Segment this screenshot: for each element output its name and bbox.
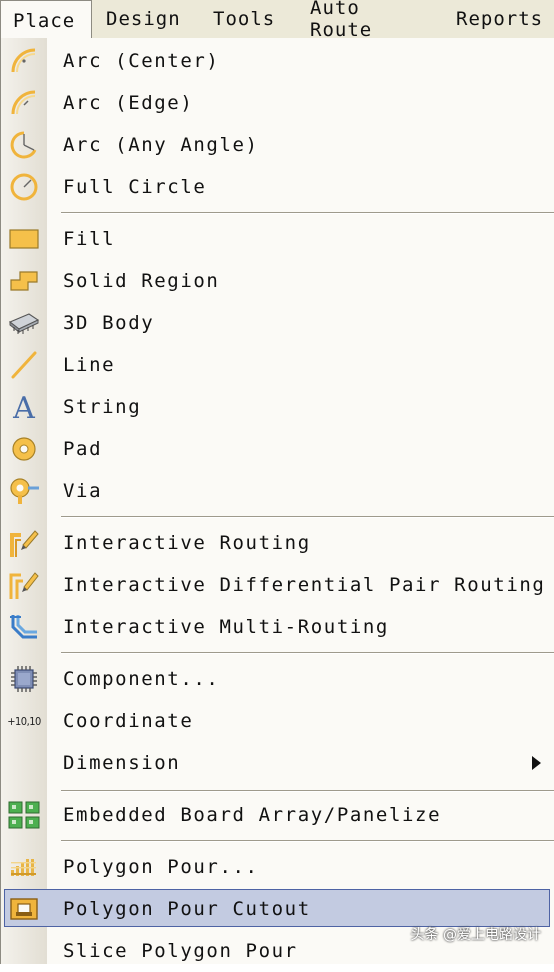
menu-item-label: Interactive Multi-Routing [63,616,389,638]
menu-bar: Place Design Tools Auto Route Reports [0,0,554,41]
arc-edge-icon [1,82,47,124]
menu-item-label: Polygon Pour Cutout [63,898,311,920]
menu-item-label: Full Circle [63,176,207,198]
menu-separator [61,652,554,654]
menu-item-label: Interactive Routing [63,532,311,554]
3d-body-icon [1,302,47,344]
menu-item-label: 3D Body [63,312,155,334]
arc-any-angle-icon [1,124,47,166]
menu-item-label: Line [63,354,116,376]
menu-separator [61,516,554,518]
menu-item-label: Pad [63,438,103,460]
menu-item-interactive-multi-routing[interactable]: Interactive Multi-Routing [1,606,554,648]
interactive-routing-icon [1,522,47,564]
menu-item-polygon-pour[interactable]: Polygon Pour... [1,846,554,888]
polygon-pour-cutout-icon [1,888,47,930]
menu-item-pad[interactable]: Pad [1,428,554,470]
menu-separator [61,840,554,842]
place-dropdown-menu: Arc (Center) Arc (Edge) Arc (Any Angle) … [0,38,554,964]
menu-item-label: Coordinate [63,710,194,732]
menu-item-arc-any-angle[interactable]: Arc (Any Angle) [1,124,554,166]
differential-pair-icon [1,564,47,606]
string-icon: A [1,386,47,428]
menu-item-label: Slice Polygon Pour [63,940,298,962]
menu-item-label: Polygon Pour... [63,856,259,878]
arc-center-icon [1,40,47,82]
menu-item-label: Dimension [63,752,181,774]
menu-item-arc-edge[interactable]: Arc (Edge) [1,82,554,124]
menu-item-label: String [63,396,142,418]
solid-region-icon [1,260,47,302]
line-icon [1,344,47,386]
menu-item-label: Solid Region [63,270,220,292]
menu-design[interactable]: Design [92,0,195,38]
menu-item-label: Component... [63,668,220,690]
menu-item-label: Arc (Edge) [63,92,194,114]
menu-item-arc-center[interactable]: Arc (Center) [1,40,554,82]
component-icon [1,658,47,700]
fill-icon [1,218,47,260]
via-icon [1,470,47,512]
menu-item-line[interactable]: Line [1,344,554,386]
menu-item-label: Fill [63,228,116,250]
menu-item-interactive-routing[interactable]: Interactive Routing [1,522,554,564]
polygon-pour-icon [1,846,47,888]
menu-item-label: Arc (Any Angle) [63,134,259,156]
menu-item-embedded-board-array[interactable]: Embedded Board Array/Panelize [1,794,554,836]
full-circle-icon [1,166,47,208]
submenu-arrow-icon [532,756,541,770]
multi-routing-icon [1,606,47,648]
menu-tools[interactable]: Tools [195,0,290,38]
menu-item-solid-region[interactable]: Solid Region [1,260,554,302]
menu-item-3d-body[interactable]: 3D Body [1,302,554,344]
menu-auto-route[interactable]: Auto Route [290,0,440,41]
watermark: 头条 @爱上电路设计 [410,927,541,943]
menu-item-coordinate[interactable]: +10,10 Coordinate [1,700,554,742]
menu-item-dimension[interactable]: Dimension [1,742,554,784]
menu-item-fill[interactable]: Fill [1,218,554,260]
svg-text:A: A [12,391,35,423]
menu-item-via[interactable]: Via [1,470,554,512]
menu-place[interactable]: Place [0,0,92,40]
menu-item-interactive-differential-pair-routing[interactable]: Interactive Differential Pair Routing [1,564,554,606]
coordinate-icon: +10,10 [1,700,47,742]
board-array-icon [1,794,47,836]
pad-icon [1,428,47,470]
menu-item-label: Interactive Differential Pair Routing [63,574,546,596]
menu-item-full-circle[interactable]: Full Circle [1,166,554,208]
menu-item-label: Via [63,480,103,502]
menu-reports[interactable]: Reports [440,0,554,38]
menu-item-string[interactable]: A String [1,386,554,428]
menu-separator [61,790,554,792]
coordinate-icon-text: +10,10 [7,714,41,728]
menu-item-component[interactable]: Component... [1,658,554,700]
menu-item-label: Embedded Board Array/Panelize [63,804,442,826]
menu-separator [61,212,554,214]
menu-item-label: Arc (Center) [63,50,220,72]
